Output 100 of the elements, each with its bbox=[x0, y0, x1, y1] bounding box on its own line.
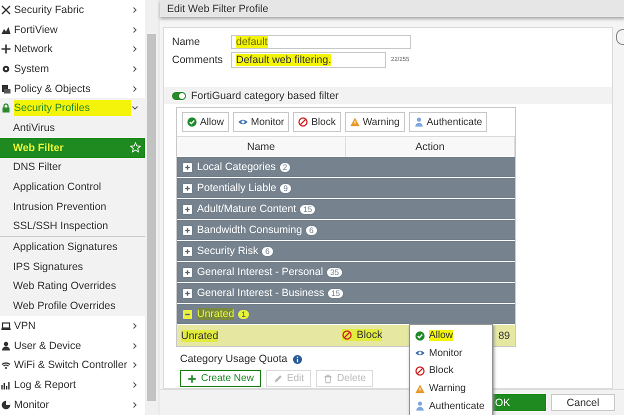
wifi-icon bbox=[1, 360, 11, 370]
chevron-icon bbox=[131, 104, 139, 112]
plus-box-icon[interactable] bbox=[183, 268, 192, 276]
field-label: Name bbox=[172, 36, 202, 48]
menu-item[interactable]: Allow bbox=[410, 327, 492, 345]
category-group-row[interactable]: Potentially Liable 9 bbox=[177, 178, 515, 198]
sidebar-subitem[interactable]: IPS Signatures bbox=[0, 256, 145, 277]
category-group-name: Adult/Mature Content bbox=[197, 203, 296, 215]
section-label: Category Usage Quota bbox=[180, 353, 288, 365]
warning-icon bbox=[415, 384, 425, 394]
category-group-row[interactable]: General Interest - Personal 35 bbox=[177, 262, 515, 282]
count-badge: 6 bbox=[262, 246, 273, 256]
toggle-label: FortiGuard category based filter bbox=[191, 90, 339, 102]
eye-icon bbox=[415, 348, 425, 358]
menu-item[interactable]: Monitor bbox=[410, 344, 492, 362]
category-group-row[interactable]: Bandwidth Consuming 6 bbox=[177, 220, 515, 240]
category-group-name: General Interest - Personal bbox=[197, 266, 324, 278]
chevron-icon bbox=[131, 342, 139, 350]
menu-item[interactable]: Block bbox=[410, 362, 492, 380]
toggle-switch[interactable] bbox=[172, 92, 186, 100]
info-icon[interactable] bbox=[293, 354, 302, 364]
minus-box-icon[interactable] bbox=[183, 310, 192, 318]
chevron-icon bbox=[131, 6, 139, 14]
network-icon bbox=[1, 44, 11, 54]
chevron-icon bbox=[131, 380, 139, 389]
page-title: Edit Web Filter Profile bbox=[167, 2, 268, 14]
vpn-icon bbox=[1, 320, 11, 331]
sidebar-subitem[interactable]: Application Control bbox=[0, 177, 145, 197]
check-circle-icon bbox=[187, 117, 197, 127]
chevron-icon bbox=[131, 26, 139, 34]
sidebar-subitem[interactable]: AntiVirus bbox=[0, 118, 145, 138]
plus-box-icon[interactable] bbox=[183, 162, 192, 172]
toolbar-button[interactable]: Create New bbox=[180, 370, 261, 387]
policy-icon bbox=[1, 84, 11, 94]
chevron-icon bbox=[131, 361, 139, 370]
sidebar-subitem[interactable]: Web Rating Overrides bbox=[0, 276, 145, 296]
count-badge: 6 bbox=[306, 226, 317, 234]
chevron-icon bbox=[131, 84, 139, 93]
category-group-name: Unrated bbox=[197, 308, 234, 320]
sidebar-subitem[interactable]: Web Profile Overrides bbox=[0, 296, 145, 316]
prohibited-icon bbox=[415, 366, 425, 376]
plus-box-icon[interactable] bbox=[183, 288, 192, 298]
field-label: Comments bbox=[172, 54, 224, 66]
plus-box-icon[interactable] bbox=[183, 184, 192, 192]
action-button[interactable]: Authenticate bbox=[408, 112, 488, 132]
sidebar-subitem[interactable]: DNS Filter bbox=[0, 158, 145, 178]
lock-icon bbox=[1, 103, 11, 114]
comments-input[interactable]: Default web filtering. bbox=[231, 52, 386, 68]
person-icon bbox=[414, 117, 424, 127]
action-button[interactable]: Allow bbox=[182, 112, 229, 132]
count-badge: 15 bbox=[300, 204, 316, 214]
scrollbar[interactable] bbox=[145, 0, 158, 415]
gear-icon bbox=[1, 64, 11, 74]
action-button[interactable]: Warning bbox=[344, 112, 405, 132]
count-badge: 35 bbox=[327, 268, 342, 276]
chevron-icon bbox=[131, 400, 139, 409]
sidebar-subitem[interactable]: Application Signatures bbox=[0, 236, 145, 257]
sidebar-subitem[interactable]: Intrusion Prevention bbox=[0, 196, 145, 217]
trash-icon bbox=[323, 374, 334, 384]
count-badge: 1 bbox=[238, 310, 249, 318]
chart-icon bbox=[1, 24, 11, 35]
sidebar-subitem[interactable]: Web Filter bbox=[0, 138, 145, 158]
chevron-icon bbox=[131, 45, 139, 54]
check-circle-icon bbox=[415, 330, 425, 341]
category-group-name: Potentially Liable bbox=[197, 182, 276, 194]
help-icon[interactable] bbox=[616, 29, 624, 45]
category-group-name: General Interest - Business bbox=[197, 287, 324, 299]
category-group-name: Local Categories bbox=[197, 161, 276, 173]
name-input[interactable]: default bbox=[231, 35, 411, 49]
category-group-name: Security Risk bbox=[197, 245, 258, 257]
footer-button[interactable]: Cancel bbox=[551, 394, 615, 411]
person-icon bbox=[415, 401, 425, 412]
table-cell-text: 89 bbox=[498, 330, 511, 342]
eye-icon bbox=[238, 117, 248, 127]
user-icon bbox=[1, 340, 11, 351]
category-group-row[interactable]: General Interest - Business 15 bbox=[177, 283, 515, 303]
sidebar-item[interactable]: Security Profiles bbox=[0, 98, 145, 118]
pencil-icon bbox=[272, 374, 283, 384]
plus-box-icon[interactable] bbox=[183, 246, 192, 256]
plus-box-icon[interactable] bbox=[183, 204, 192, 214]
star-icon[interactable] bbox=[130, 142, 141, 154]
category-group-row[interactable]: Local Categories 2 bbox=[177, 157, 515, 177]
category-group-row[interactable]: Security Risk 6 bbox=[177, 241, 515, 261]
chevron-icon bbox=[131, 64, 139, 73]
category-group-row[interactable]: Adult/Mature Content 15 bbox=[177, 199, 515, 219]
count-badge: 9 bbox=[280, 184, 291, 192]
table-cell: Unrated bbox=[181, 330, 218, 342]
sidebar-subitem[interactable]: SSL/SSH Inspection bbox=[0, 216, 145, 236]
category-group-row[interactable]: Unrated 1 bbox=[177, 304, 515, 324]
action-dropdown[interactable]: Block bbox=[342, 328, 382, 340]
action-button[interactable]: Monitor bbox=[232, 112, 290, 132]
plus-box-icon[interactable] bbox=[183, 226, 192, 234]
report-icon bbox=[1, 380, 11, 390]
category-group-name: Bandwidth Consuming bbox=[197, 224, 302, 236]
count-badge: 2 bbox=[280, 162, 290, 172]
plus-icon bbox=[187, 374, 197, 384]
action-button[interactable]: Block bbox=[293, 112, 341, 132]
count-badge: 15 bbox=[328, 288, 344, 298]
prohibited-icon bbox=[342, 330, 352, 340]
prohibited-icon bbox=[298, 117, 308, 127]
